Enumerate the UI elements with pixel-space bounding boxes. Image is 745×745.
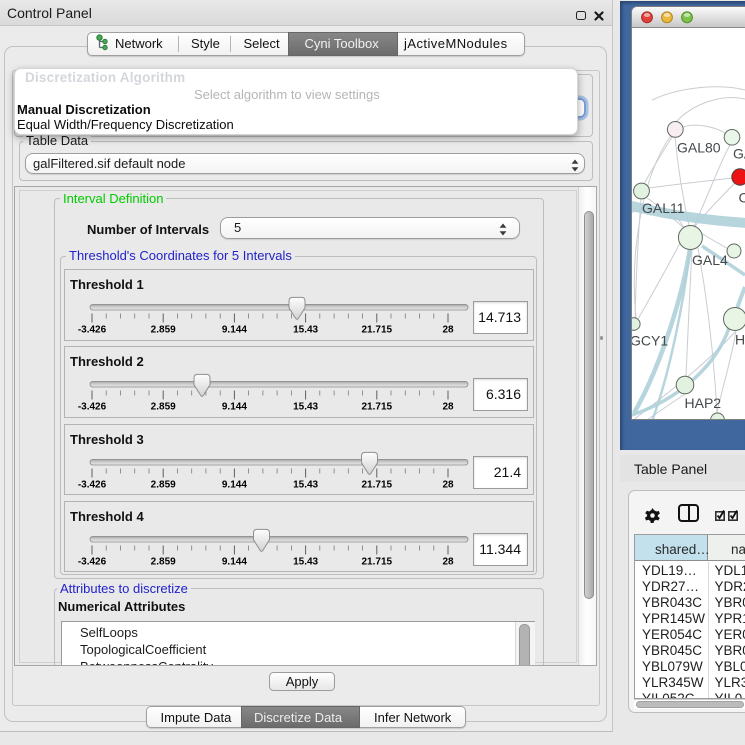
svg-text:GA: GA xyxy=(733,146,745,162)
svg-text:9.144: 9.144 xyxy=(222,556,247,567)
svg-text:28: 28 xyxy=(442,556,454,567)
svg-text:21.715: 21.715 xyxy=(362,479,393,490)
svg-text:-3.426: -3.426 xyxy=(78,325,107,336)
svg-text:2.859: 2.859 xyxy=(151,325,176,336)
svg-text:21.715: 21.715 xyxy=(362,402,393,413)
svg-text:9.144: 9.144 xyxy=(222,325,247,336)
svg-text:-3.426: -3.426 xyxy=(78,479,107,490)
svg-text:GCY1: GCY1 xyxy=(632,333,668,349)
svg-text:15.43: 15.43 xyxy=(293,402,318,413)
svg-text:28: 28 xyxy=(442,325,454,336)
svg-text:15.43: 15.43 xyxy=(293,556,318,567)
svg-text:HA: HA xyxy=(735,332,745,348)
svg-text:GAL80: GAL80 xyxy=(677,140,721,156)
svg-text:9.144: 9.144 xyxy=(222,479,247,490)
svg-text:21.715: 21.715 xyxy=(362,556,393,567)
svg-text:GAL11: GAL11 xyxy=(642,200,685,216)
svg-text:2.859: 2.859 xyxy=(151,556,176,567)
svg-text:-3.426: -3.426 xyxy=(78,402,107,413)
svg-text:28: 28 xyxy=(442,402,454,413)
svg-text:9.144: 9.144 xyxy=(222,402,247,413)
svg-text:2.859: 2.859 xyxy=(151,479,176,490)
svg-text:15.43: 15.43 xyxy=(293,325,318,336)
svg-text:CY: CY xyxy=(739,190,745,206)
svg-text:15.43: 15.43 xyxy=(293,479,318,490)
svg-text:28: 28 xyxy=(442,479,454,490)
svg-text:21.715: 21.715 xyxy=(362,325,393,336)
svg-text:GAL4: GAL4 xyxy=(692,252,728,268)
svg-text:-3.426: -3.426 xyxy=(78,556,107,567)
svg-text:HAP2: HAP2 xyxy=(685,395,722,411)
svg-text:2.859: 2.859 xyxy=(151,402,176,413)
